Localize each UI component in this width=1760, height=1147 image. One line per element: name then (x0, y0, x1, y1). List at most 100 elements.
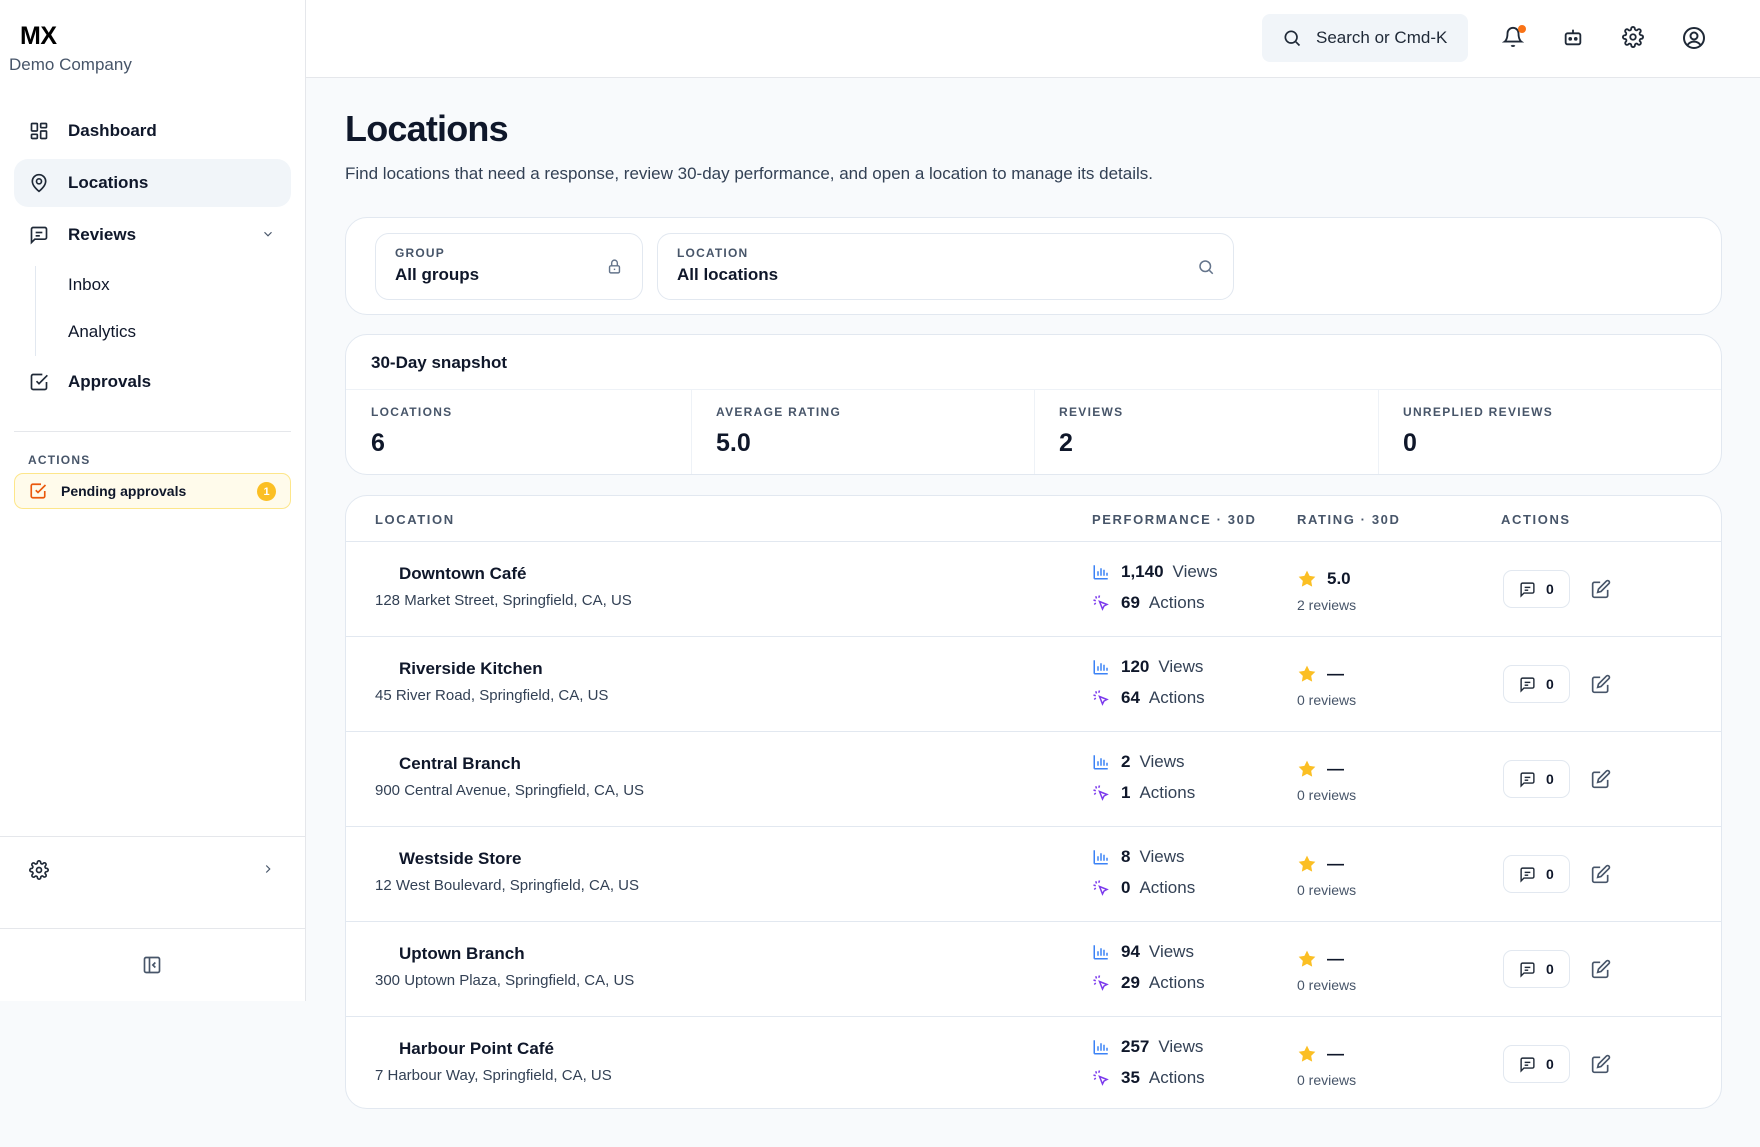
edit-icon[interactable] (1591, 1054, 1611, 1074)
reviews-button[interactable]: 0 (1503, 855, 1570, 893)
global-search[interactable]: Search or Cmd-K (1262, 14, 1468, 62)
table-row[interactable]: Harbour Point Café 7 Harbour Way, Spring… (346, 1017, 1721, 1108)
nav-item-approvals[interactable]: Approvals (14, 358, 291, 406)
reviews-button[interactable]: 0 (1503, 1045, 1570, 1083)
gear-icon[interactable] (1622, 26, 1646, 50)
unreplied-count: 0 (1546, 771, 1554, 787)
table-row[interactable]: Uptown Branch 300 Uptown Plaza, Springfi… (346, 922, 1721, 1017)
location-address: 12 West Boulevard, Springfield, CA, US (375, 877, 640, 894)
actions-count: 64 (1121, 688, 1140, 707)
actions-label: Actions (1148, 688, 1205, 707)
reviews-button[interactable]: 0 (1503, 665, 1570, 703)
notification-dot (1518, 25, 1526, 33)
nav-item-analytics[interactable]: Analytics (68, 322, 136, 342)
check-square-icon (28, 371, 50, 393)
stat-reviews: REVIEWS 2 (1034, 389, 1124, 474)
click-icon (1092, 594, 1110, 612)
table-row[interactable]: Downtown Café 128 Market Street, Springf… (346, 542, 1721, 637)
sidebar-collapse-icon[interactable] (142, 955, 162, 975)
sidebar-divider (0, 928, 305, 929)
sidebar-divider (0, 836, 305, 837)
stat-value: 0 (1403, 429, 1417, 457)
location-name[interactable]: Riverside Kitchen (399, 659, 543, 679)
views-count: 8 (1121, 847, 1131, 866)
snapshot-card: 30-Day snapshot LOCATIONS 6 AVERAGE RATI… (345, 334, 1722, 475)
actions-count: 0 (1121, 878, 1131, 897)
rating: 5.0 (1297, 569, 1351, 589)
click-icon (1092, 879, 1110, 897)
bar-chart-icon (1092, 753, 1110, 771)
user-avatar-icon[interactable] (1682, 26, 1706, 50)
search-icon (1197, 258, 1215, 276)
stat-label: REVIEWS (1059, 405, 1124, 419)
bar-chart-icon (1092, 658, 1110, 676)
nav-item-dashboard[interactable]: Dashboard (14, 107, 291, 155)
pending-count-badge: 1 (257, 482, 276, 501)
check-square-icon (29, 482, 47, 500)
star-icon (1297, 759, 1317, 779)
reviews-button[interactable]: 0 (1503, 950, 1570, 988)
views-label: Views (1172, 562, 1218, 581)
edit-icon[interactable] (1591, 959, 1611, 979)
nav-item-locations[interactable]: Locations (14, 159, 291, 207)
pending-approvals-item[interactable]: Pending approvals 1 (14, 473, 291, 509)
sidebar: MX Demo Company Dashboard Locations Revi… (0, 0, 306, 1001)
search-placeholder: Search or Cmd-K (1316, 28, 1448, 47)
stat-value: 6 (371, 429, 385, 457)
rating: — (1297, 1044, 1344, 1064)
pending-approvals-label: Pending approvals (61, 483, 187, 499)
views-metric: 8 Views (1092, 847, 1185, 867)
views-label: Views (1148, 942, 1194, 961)
rating: — (1297, 854, 1344, 874)
location-name[interactable]: Downtown Café (399, 564, 527, 584)
table-row[interactable]: Central Branch 900 Central Avenue, Sprin… (346, 732, 1721, 827)
review-count: 2 reviews (1297, 597, 1357, 613)
bar-chart-icon (1092, 943, 1110, 961)
company-name: Demo Company (9, 55, 132, 74)
search-icon (1282, 28, 1302, 48)
bot-icon[interactable] (1562, 26, 1586, 50)
actions-count: 35 (1121, 1068, 1140, 1087)
bell-icon[interactable] (1502, 25, 1526, 50)
views-metric: 120 Views (1092, 657, 1203, 677)
actions-metric: 1 Actions (1092, 783, 1195, 803)
location-name[interactable]: Harbour Point Café (399, 1039, 554, 1059)
stat-unreplied-reviews: UNREPLIED REVIEWS 0 (1378, 389, 1554, 474)
edit-icon[interactable] (1591, 769, 1611, 789)
nav-item-inbox[interactable]: Inbox (68, 275, 110, 295)
location-name[interactable]: Westside Store (399, 849, 522, 869)
nav-item-settings[interactable] (14, 846, 291, 894)
edit-icon[interactable] (1591, 579, 1611, 599)
location-name[interactable]: Uptown Branch (399, 944, 525, 964)
table-row[interactable]: Riverside Kitchen 45 River Road, Springf… (346, 637, 1721, 732)
nav-label: Dashboard (68, 121, 157, 140)
actions-label: Actions (1148, 973, 1205, 992)
edit-icon[interactable] (1591, 674, 1611, 694)
edit-icon[interactable] (1591, 864, 1611, 884)
column-header-rating[interactable]: RATING · 30D (1297, 512, 1400, 527)
location-filter[interactable]: LOCATION All locations (657, 233, 1234, 300)
rating-value: — (1327, 1044, 1344, 1063)
chevron-right-icon (261, 862, 275, 876)
table-row[interactable]: Westside Store 12 West Boulevard, Spring… (346, 827, 1721, 922)
column-header-location[interactable]: LOCATION (375, 512, 455, 527)
subnav-line (35, 266, 36, 356)
star-icon (1297, 664, 1317, 684)
click-icon (1092, 974, 1110, 992)
stat-label: AVERAGE RATING (716, 405, 842, 419)
star-icon (1297, 854, 1317, 874)
reviews-button[interactable]: 0 (1503, 760, 1570, 798)
reviews-button[interactable]: 0 (1503, 570, 1570, 608)
column-header-performance[interactable]: PERFORMANCE · 30D (1092, 512, 1256, 527)
unreplied-count: 0 (1546, 1056, 1554, 1072)
column-header-actions: ACTIONS (1501, 512, 1571, 527)
group-filter[interactable]: GROUP All groups (375, 233, 643, 300)
bar-chart-icon (1092, 563, 1110, 581)
rating-value: — (1327, 664, 1344, 683)
brand-logo[interactable]: MX (20, 22, 57, 51)
actions-count: 29 (1121, 973, 1140, 992)
review-count: 0 reviews (1297, 977, 1357, 993)
stat-label: UNREPLIED REVIEWS (1403, 405, 1554, 419)
location-name[interactable]: Central Branch (399, 754, 521, 774)
nav-item-reviews[interactable]: Reviews (14, 211, 291, 259)
